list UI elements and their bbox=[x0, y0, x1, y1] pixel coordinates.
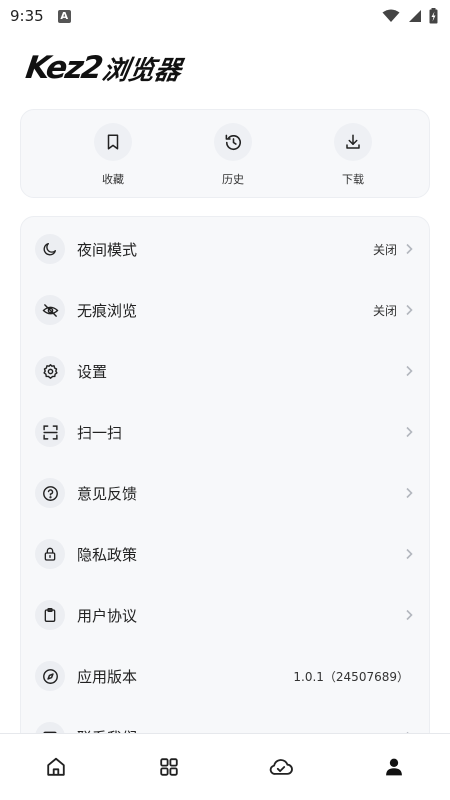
chevron-right-icon bbox=[405, 426, 413, 438]
eye-off-icon bbox=[35, 295, 65, 325]
chevron-right-icon bbox=[405, 304, 413, 316]
user-icon bbox=[385, 758, 402, 776]
nav-apps[interactable] bbox=[113, 734, 226, 800]
downloads-label: 下载 bbox=[342, 173, 364, 186]
logo-cjk: 浏览器 bbox=[99, 55, 184, 86]
clipboard-icon bbox=[35, 600, 65, 630]
app-logo: Kez2 浏览器 bbox=[23, 48, 183, 88]
grid-icon bbox=[160, 758, 178, 776]
chevron-right-icon bbox=[405, 548, 413, 560]
wifi-icon bbox=[382, 9, 400, 22]
menu-label: 无痕浏览 bbox=[77, 301, 138, 320]
history-label: 历史 bbox=[222, 173, 244, 186]
battery-icon bbox=[429, 8, 438, 24]
menu-item-feedback[interactable]: 意见反馈 bbox=[21, 463, 429, 523]
menu-item-privacy-policy[interactable]: 隐私政策 bbox=[21, 524, 429, 584]
menu-item-night-mode[interactable]: 夜间模式 关闭 bbox=[21, 219, 429, 279]
status-bar: 9:35 A bbox=[0, 0, 450, 32]
menu-item-scan[interactable]: 扫一扫 bbox=[21, 402, 429, 462]
compass-icon bbox=[35, 661, 65, 691]
status-icons bbox=[382, 8, 438, 24]
nav-cloud[interactable] bbox=[225, 734, 338, 800]
menu-value: 关闭 bbox=[372, 242, 397, 257]
download-icon bbox=[334, 123, 372, 161]
signal-icon bbox=[409, 10, 421, 22]
gear-icon bbox=[35, 356, 65, 386]
chevron-right-icon bbox=[405, 609, 413, 621]
menu-label: 应用版本 bbox=[77, 667, 138, 686]
bookmark-icon bbox=[94, 123, 132, 161]
moon-icon bbox=[35, 234, 65, 264]
bookmarks-button[interactable]: 收藏 bbox=[74, 110, 152, 197]
menu-label: 隐私政策 bbox=[77, 545, 138, 564]
quick-actions-card: 收藏 历史 下载 bbox=[20, 109, 430, 198]
chevron-right-icon bbox=[405, 487, 413, 499]
bottom-nav bbox=[0, 733, 450, 800]
menu-label: 意见反馈 bbox=[77, 484, 138, 503]
settings-menu: 夜间模式 关闭 无痕浏览 关闭 设置 扫一扫 意见反馈 隐私政策 用户协议 应用… bbox=[20, 216, 430, 776]
history-button[interactable]: 历史 bbox=[194, 110, 272, 197]
logo-latin: Kez2 bbox=[23, 50, 104, 86]
scan-icon bbox=[35, 417, 65, 447]
home-icon bbox=[47, 757, 65, 776]
menu-value: 关闭 bbox=[372, 303, 397, 318]
menu-item-user-agreement[interactable]: 用户协议 bbox=[21, 585, 429, 645]
menu-item-settings[interactable]: 设置 bbox=[21, 341, 429, 401]
bookmarks-label: 收藏 bbox=[102, 173, 124, 186]
status-time: 9:35 bbox=[10, 7, 44, 25]
menu-label: 用户协议 bbox=[77, 606, 138, 625]
chevron-right-icon bbox=[405, 243, 413, 255]
menu-label: 扫一扫 bbox=[77, 423, 123, 442]
app-version-value: 1.0.1（24507689） bbox=[293, 669, 409, 684]
nav-profile[interactable] bbox=[338, 734, 450, 800]
help-circle-icon bbox=[35, 478, 65, 508]
downloads-button[interactable]: 下载 bbox=[314, 110, 392, 197]
cloud-check-icon bbox=[270, 759, 294, 775]
chevron-right-icon bbox=[405, 365, 413, 377]
menu-label: 设置 bbox=[77, 362, 108, 381]
notification-badge: A bbox=[57, 9, 71, 23]
lock-icon bbox=[35, 539, 65, 569]
menu-label: 夜间模式 bbox=[77, 240, 138, 259]
menu-item-incognito[interactable]: 无痕浏览 关闭 bbox=[21, 280, 429, 340]
menu-item-app-version[interactable]: 应用版本 1.0.1（24507689） bbox=[21, 646, 429, 706]
nav-home[interactable] bbox=[0, 734, 113, 800]
history-icon bbox=[214, 123, 252, 161]
